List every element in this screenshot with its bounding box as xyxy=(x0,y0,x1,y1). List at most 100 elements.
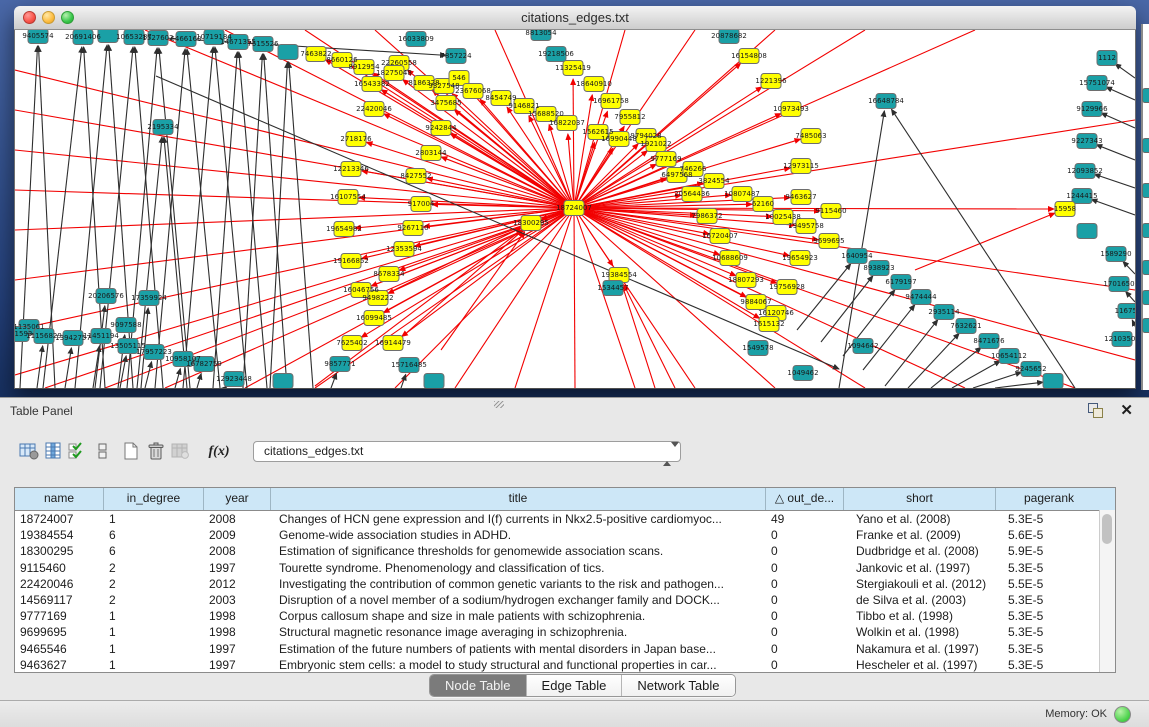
table-cell: 0 xyxy=(766,641,844,657)
table-header-row: namein_degreeyeartitle△ out_de...shortpa… xyxy=(15,488,1115,511)
network-window[interactable]: citations_edges.txt 94055742069140610653… xyxy=(14,6,1136,388)
graph-node[interactable] xyxy=(1077,224,1097,239)
selection-mode-icon[interactable] xyxy=(65,438,91,464)
table-cell: de Silva et al. (2003) xyxy=(844,592,996,608)
graph-node-label: 9405574 xyxy=(22,32,54,40)
graph-node-label: 15716485 xyxy=(391,361,427,369)
table-cell: 5.9E-5 xyxy=(996,543,1102,559)
create-table-icon[interactable] xyxy=(118,438,144,464)
tab-node-table[interactable]: Node Table xyxy=(430,675,527,696)
graph-edge-black xyxy=(1115,64,1135,78)
graph-node-label: 2803144 xyxy=(415,149,447,157)
graph-edge-black xyxy=(797,264,851,330)
table-row[interactable]: 946362711997Embryonic stem cells: a mode… xyxy=(15,657,1115,673)
graph-node-label: 12103504 xyxy=(1104,335,1135,343)
splitter-grip-icon[interactable] xyxy=(494,401,504,408)
table-toolbar: f(x) citations_edges.txt xyxy=(0,430,1149,470)
graph-node-label: 9129966 xyxy=(1076,105,1108,113)
node-table: namein_degreeyeartitle△ out_de...shortpa… xyxy=(14,487,1116,673)
table-row[interactable]: 2242004622012Investigating the contribut… xyxy=(15,576,1115,592)
graph-edge-black xyxy=(95,306,105,388)
tab-network-table[interactable]: Network Table xyxy=(622,675,734,696)
graph-node[interactable] xyxy=(273,374,293,389)
graph-node[interactable] xyxy=(98,30,118,43)
table-cell: 1 xyxy=(104,657,204,673)
graph-node-label: 1921022 xyxy=(640,140,671,148)
graph-node-label: 6179197 xyxy=(885,278,916,286)
graph-node-label: 9115460 xyxy=(815,207,846,215)
table-row[interactable]: 977716911998Corpus callosum shape and si… xyxy=(15,608,1115,624)
graph-node-label: 7515526 xyxy=(247,40,279,48)
graph-node[interactable] xyxy=(278,45,298,60)
function-builder-icon[interactable]: f(x) xyxy=(206,438,232,464)
table-panel: Table Panel ✕ f(x) citations_edges.txt n… xyxy=(0,397,1149,701)
float-panel-icon[interactable] xyxy=(1088,403,1104,418)
table-row[interactable]: 1830029562008Estimation of significance … xyxy=(15,543,1115,559)
column-header-in_degree[interactable]: in_degree xyxy=(104,488,204,510)
graph-node-label: 16099485 xyxy=(356,314,392,322)
graph-node-label: 9777169 xyxy=(650,155,681,163)
network-canvas[interactable]: 9405574206914061065328715276026466160107… xyxy=(14,30,1136,389)
table-cell: 5.6E-5 xyxy=(996,527,1102,543)
graph-node-label: 19654923 xyxy=(782,254,818,262)
graph-node-label: 12973115 xyxy=(783,162,819,170)
graph-node-label: 2718176 xyxy=(340,135,372,143)
show-columns-icon[interactable] xyxy=(41,438,67,464)
table-cell: 2003 xyxy=(204,592,271,608)
graph-node-label: 16107554 xyxy=(330,193,366,201)
table-row[interactable]: 911546021997Tourette syndrome. Phenomeno… xyxy=(15,560,1115,576)
graph-node-label: 16648784 xyxy=(868,97,904,105)
memory-ok-icon[interactable] xyxy=(1114,706,1131,723)
graph-edge-black xyxy=(821,276,873,342)
column-header-year[interactable]: year xyxy=(204,488,271,510)
table-row[interactable]: 946554611997Estimation of the future num… xyxy=(15,641,1115,657)
network-window-titlebar[interactable]: citations_edges.txt xyxy=(14,6,1136,30)
graph-edge-black xyxy=(1106,87,1135,100)
graph-node-label: 1640954 xyxy=(841,252,873,260)
column-header-title[interactable]: title xyxy=(271,488,766,510)
table-cell: 14569117 xyxy=(15,592,104,608)
graph-node-label: 22260558 xyxy=(381,59,417,67)
column-header-short[interactable]: short xyxy=(844,488,996,510)
table-cell: 0 xyxy=(766,543,844,559)
graph-node[interactable] xyxy=(424,374,444,389)
row-height-icon[interactable] xyxy=(90,438,116,464)
graph-node-label: 18275048 xyxy=(376,69,412,77)
table-scrollbar[interactable] xyxy=(1099,510,1115,672)
table-select-dropdown[interactable]: citations_edges.txt xyxy=(253,441,681,462)
status-bar: Memory: OK xyxy=(0,700,1149,727)
graph-node-label: 7955812 xyxy=(614,113,645,121)
table-cell: 5.3E-5 xyxy=(996,657,1102,673)
graph-node-label: 9245652 xyxy=(1015,365,1046,373)
table-body: 1872400712008Changes of HCN gene express… xyxy=(15,511,1115,673)
graph-node-label: 9463627 xyxy=(785,193,816,201)
graph-node-label: 15958 xyxy=(1054,205,1076,213)
table-scrollbar-thumb[interactable] xyxy=(1102,514,1112,544)
graph-node-label: 116753 xyxy=(1115,307,1135,315)
table-row[interactable]: 969969511998Structural magnetic resonanc… xyxy=(15,624,1115,640)
column-header-out_de[interactable]: △ out_de... xyxy=(766,488,844,510)
table-row[interactable]: 1456911722003Disruption of a novel membe… xyxy=(15,592,1115,608)
table-cell: Hescheler et al. (1997) xyxy=(844,657,996,673)
table-cell: 2 xyxy=(104,560,204,576)
background-window-sliver[interactable] xyxy=(1141,24,1149,390)
import-table-icon[interactable] xyxy=(168,438,194,464)
graph-edge-black xyxy=(145,362,152,388)
table-row[interactable]: 1938455462009Genome-wide association stu… xyxy=(15,527,1115,543)
column-header-pagerank[interactable]: pagerank xyxy=(996,488,1102,510)
graph-node-label: 18300295 xyxy=(513,219,549,227)
delete-table-icon[interactable] xyxy=(143,438,169,464)
table-row[interactable]: 1872400712008Changes of HCN gene express… xyxy=(15,511,1115,527)
table-cell: 0 xyxy=(766,608,844,624)
graph-node xyxy=(1142,223,1149,238)
tab-edge-table[interactable]: Edge Table xyxy=(527,675,623,696)
close-panel-icon[interactable]: ✕ xyxy=(1120,401,1133,419)
graph-edge-black xyxy=(65,348,71,388)
graph-node-label: 8427552 xyxy=(400,172,431,180)
table-cell: 2008 xyxy=(204,511,271,527)
graph-node[interactable] xyxy=(1043,374,1063,389)
graph-node-label: 9267110 xyxy=(397,224,428,232)
table-options-icon[interactable] xyxy=(16,438,42,464)
table-type-tabs: Node TableEdge TableNetwork Table xyxy=(429,674,736,697)
column-header-name[interactable]: name xyxy=(15,488,104,510)
